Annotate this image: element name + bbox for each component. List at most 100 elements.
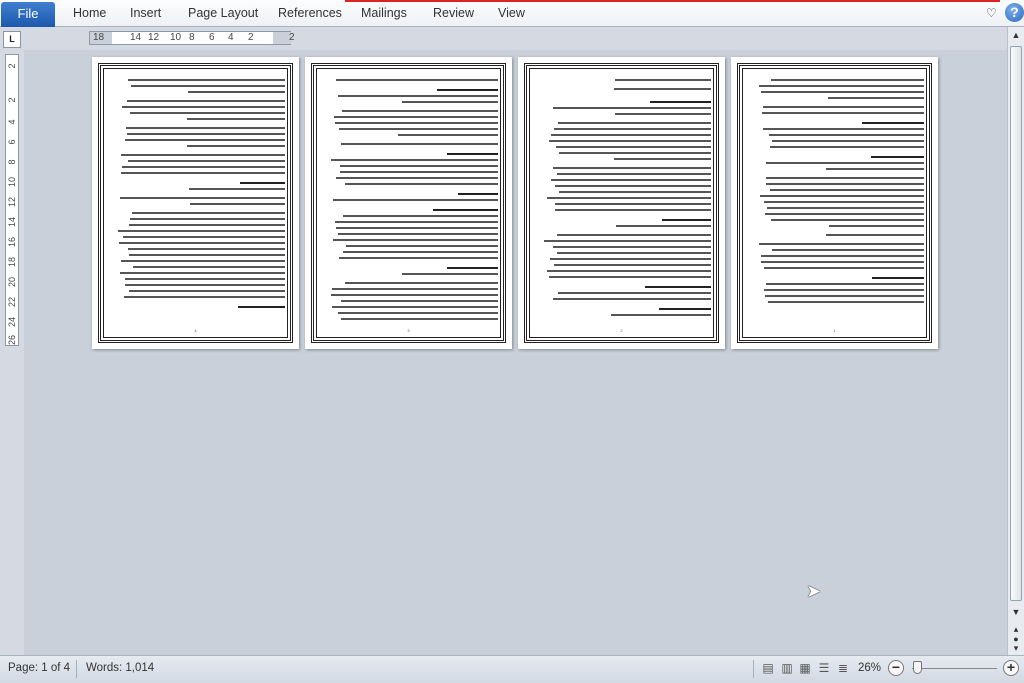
text-line bbox=[555, 209, 711, 211]
ruler-tick: 2 bbox=[7, 63, 17, 69]
text-line bbox=[769, 134, 924, 136]
text-line bbox=[763, 106, 924, 108]
draft-icon[interactable]: ≣ bbox=[836, 661, 850, 675]
expand-ribbon-icon[interactable]: ♡ bbox=[986, 6, 997, 20]
vertical-ruler[interactable]: 2 2 4 6 8 10 12 14 16 18 20 22 24 26 bbox=[5, 54, 19, 346]
text-line bbox=[557, 292, 711, 294]
horizontal-ruler[interactable]: 18 14 12 10 8 6 4 2 2 bbox=[89, 31, 295, 45]
text-line bbox=[340, 318, 498, 320]
text-line bbox=[122, 166, 285, 168]
vertical-scrollbar[interactable]: ▲ ▼ ▴ ● ▾ bbox=[1007, 27, 1024, 655]
document-page[interactable]: 2 bbox=[518, 57, 725, 349]
text-line bbox=[344, 282, 498, 284]
text-line bbox=[336, 177, 498, 179]
ruler-tick: 26 bbox=[7, 335, 17, 346]
tab-page-layout[interactable]: Page Layout bbox=[188, 6, 258, 20]
text-line bbox=[769, 189, 924, 191]
text-line bbox=[645, 286, 711, 288]
text-line bbox=[551, 134, 711, 136]
ruler-tick: 2 bbox=[7, 97, 17, 103]
text-line bbox=[768, 301, 924, 303]
ruler-tick: 12 bbox=[148, 32, 160, 43]
document-page[interactable]: 4 bbox=[92, 57, 299, 349]
outline-icon[interactable]: ☰ bbox=[817, 661, 831, 675]
text-line bbox=[339, 257, 498, 259]
scroll-up-button[interactable]: ▲ bbox=[1008, 27, 1024, 43]
text-line bbox=[549, 258, 711, 260]
ruler-tick: 14 bbox=[130, 32, 142, 43]
text-line bbox=[613, 158, 711, 160]
text-line bbox=[401, 273, 498, 275]
help-icon[interactable]: ? bbox=[1005, 3, 1024, 22]
tab-selector-button[interactable]: L bbox=[3, 31, 21, 48]
text-line bbox=[763, 201, 924, 203]
text-line bbox=[553, 107, 711, 109]
full-screen-reading-icon[interactable]: ▥ bbox=[780, 661, 794, 675]
document-page[interactable]: 1 bbox=[731, 57, 938, 349]
text-line bbox=[131, 212, 285, 214]
scroll-down-button[interactable]: ▼ bbox=[1008, 604, 1024, 620]
text-line bbox=[118, 230, 285, 232]
tab-home[interactable]: Home bbox=[73, 6, 106, 20]
text-line bbox=[658, 308, 711, 310]
text-line bbox=[345, 245, 498, 247]
text-line bbox=[337, 233, 498, 235]
text-line bbox=[335, 79, 498, 81]
text-line bbox=[764, 295, 924, 297]
text-line bbox=[120, 154, 285, 156]
text-line bbox=[553, 167, 711, 169]
text-line bbox=[130, 85, 285, 87]
page-number: 1 bbox=[833, 328, 836, 333]
text-line bbox=[187, 91, 285, 93]
text-line bbox=[544, 240, 711, 242]
text-line bbox=[614, 113, 711, 115]
text-line bbox=[763, 267, 924, 269]
next-page-button[interactable]: ▾ bbox=[1008, 640, 1024, 656]
print-layout-icon[interactable]: ▤ bbox=[761, 661, 775, 675]
ribbon-tab-bar: File Home Insert Page Layout References … bbox=[0, 0, 1024, 27]
text-line bbox=[120, 197, 285, 199]
document-page[interactable]: 3 bbox=[305, 57, 512, 349]
text-line bbox=[557, 234, 711, 236]
word-count[interactable]: Words: 1,014 bbox=[86, 662, 154, 674]
zoom-slider-handle[interactable] bbox=[913, 661, 922, 674]
text-line bbox=[126, 127, 285, 129]
text-line bbox=[872, 277, 924, 279]
text-line bbox=[336, 227, 498, 229]
text-line bbox=[829, 225, 924, 227]
text-line bbox=[828, 97, 924, 99]
text-line bbox=[122, 236, 285, 238]
text-line bbox=[548, 140, 711, 142]
scroll-thumb[interactable] bbox=[1010, 46, 1022, 601]
text-line bbox=[553, 298, 711, 300]
page-count[interactable]: Page: 1 of 4 bbox=[8, 662, 70, 674]
zoom-level[interactable]: 26% bbox=[858, 662, 881, 674]
zoom-in-button[interactable]: + bbox=[1003, 660, 1019, 676]
document-area[interactable]: 4 3 2 1 bbox=[24, 50, 1007, 655]
text-line bbox=[614, 88, 711, 90]
web-layout-icon[interactable]: ▦ bbox=[798, 661, 812, 675]
tab-review[interactable]: Review bbox=[433, 6, 474, 20]
tab-insert[interactable]: Insert bbox=[130, 6, 161, 20]
zoom-out-button[interactable]: − bbox=[888, 660, 904, 676]
text-line bbox=[129, 290, 285, 292]
file-tab[interactable]: File bbox=[1, 2, 55, 27]
zoom-slider[interactable] bbox=[912, 668, 997, 669]
text-line bbox=[332, 288, 498, 290]
text-line bbox=[338, 128, 498, 130]
text-line bbox=[611, 314, 711, 316]
divider bbox=[753, 660, 754, 678]
text-line bbox=[120, 272, 285, 274]
text-line bbox=[551, 179, 711, 181]
text-line bbox=[764, 289, 924, 291]
text-line bbox=[760, 261, 924, 263]
tab-view[interactable]: View bbox=[498, 6, 525, 20]
page-number: 3 bbox=[407, 328, 410, 333]
page-number: 2 bbox=[620, 328, 623, 333]
tab-mailings[interactable]: Mailings bbox=[361, 6, 407, 20]
text-line bbox=[337, 312, 498, 314]
tab-references[interactable]: References bbox=[278, 6, 342, 20]
text-line bbox=[239, 182, 285, 184]
text-line bbox=[333, 239, 498, 241]
text-line bbox=[446, 267, 498, 269]
